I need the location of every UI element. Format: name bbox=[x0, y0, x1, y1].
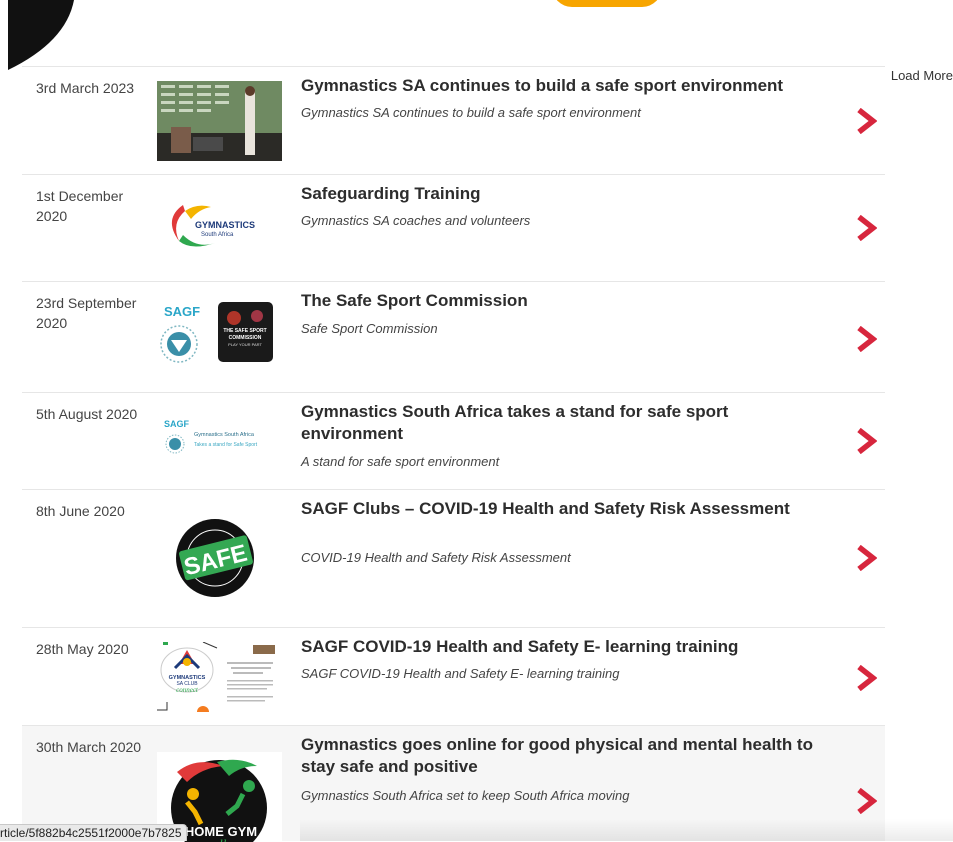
article-thumbnail[interactable] bbox=[157, 81, 282, 161]
corner-logo-shape bbox=[8, 0, 74, 70]
sagf-logo-text: SAGF bbox=[164, 419, 190, 429]
chevron-right-icon[interactable] bbox=[855, 108, 877, 134]
logo-text: GYMNASTICS bbox=[195, 220, 255, 230]
article-thumbnail[interactable]: SAGF Gymnastics South Africa Takes a sta… bbox=[157, 415, 282, 465]
load-more-button[interactable]: Load More bbox=[891, 68, 953, 83]
article-row[interactable]: 23rd September 2020 SAGF THE SAFE SPORT … bbox=[22, 281, 885, 392]
article-list: 3rd March 2023 Gymnastics SA continues t… bbox=[22, 66, 885, 842]
article-date: 23rd September 2020 bbox=[36, 295, 137, 331]
chevron-right-icon[interactable] bbox=[855, 788, 877, 814]
article-thumbnail[interactable]: SAFE bbox=[157, 518, 282, 600]
article-title[interactable]: Gymnastics SA continues to build a safe … bbox=[301, 75, 821, 97]
article-date: 8th June 2020 bbox=[36, 503, 125, 519]
orange-tab-button[interactable] bbox=[552, 0, 662, 7]
article-subtitle: A stand for safe sport environment bbox=[301, 454, 500, 469]
article-row[interactable]: 5th August 2020 SAGF Gymnastics South Af… bbox=[22, 392, 885, 489]
article-title[interactable]: SAGF COVID-19 Health and Safety E- learn… bbox=[301, 636, 821, 658]
sagf-stand-banner-image: SAGF Gymnastics South Africa Takes a sta… bbox=[157, 415, 282, 465]
article-subtitle: SAGF COVID-19 Health and Safety E- learn… bbox=[301, 666, 620, 681]
article-title[interactable]: The Safe Sport Commission bbox=[301, 290, 821, 312]
article-row[interactable]: 28th May 2020 GYMNASTICS SA CLUB connect bbox=[22, 627, 885, 725]
article-row[interactable]: 3rd March 2023 Gymnastics SA continues t… bbox=[22, 66, 885, 174]
gymnastics-south-africa-logo: GYMNASTICS South Africa bbox=[157, 189, 282, 265]
badge-tagline: llenge bbox=[219, 836, 251, 842]
article-date: 28th May 2020 bbox=[36, 641, 129, 657]
article-row[interactable]: 8th June 2020 SAFE SAGF Clubs – COVID-19… bbox=[22, 489, 885, 627]
article-subtitle: Gymnastics South Africa set to keep Sout… bbox=[301, 788, 630, 803]
article-date: 5th August 2020 bbox=[36, 406, 138, 422]
conference-photo-image bbox=[157, 81, 282, 161]
chevron-right-icon[interactable] bbox=[855, 665, 877, 691]
badge-line-3: PLAY YOUR PART bbox=[228, 342, 262, 347]
safe-badge-image: SAFE bbox=[157, 518, 282, 600]
article-title[interactable]: Gymnastics goes online for good physical… bbox=[301, 734, 821, 778]
bottom-scroll-shadow bbox=[300, 819, 953, 841]
article-title[interactable]: Safeguarding Training bbox=[301, 183, 821, 205]
article-thumbnail[interactable]: SAGF THE SAFE SPORT COMMISSION PLAY YOUR… bbox=[157, 302, 282, 372]
article-date: 1st December 2020 bbox=[36, 188, 124, 224]
article-subtitle: COVID-19 Health and Safety Risk Assessme… bbox=[301, 550, 571, 565]
article-row[interactable]: 1st December 2020 GYMNASTICS South Afric… bbox=[22, 174, 885, 281]
chevron-right-icon[interactable] bbox=[855, 545, 877, 571]
article-date: 3rd March 2023 bbox=[36, 80, 135, 96]
article-subtitle: Safe Sport Commission bbox=[301, 321, 438, 336]
banner-line-2: Takes a stand for Safe Sport bbox=[194, 442, 258, 448]
sagf-safe-sport-commission-image: SAGF THE SAFE SPORT COMMISSION PLAY YOUR… bbox=[157, 302, 282, 372]
article-thumbnail[interactable]: GYMNASTICS South Africa bbox=[157, 189, 282, 265]
chevron-right-icon[interactable] bbox=[855, 428, 877, 454]
article-title[interactable]: Gymnastics South Africa takes a stand fo… bbox=[301, 401, 821, 445]
article-subtitle: Gymnastics SA continues to build a safe … bbox=[301, 105, 641, 120]
browser-status-bar-url: rticle/5f882b4c2551f2000e7b7825 bbox=[0, 824, 187, 841]
chevron-right-icon[interactable] bbox=[855, 215, 877, 241]
article-thumbnail[interactable]: GYMNASTICS SA CLUB connect bbox=[157, 642, 282, 712]
chevron-right-icon[interactable] bbox=[855, 326, 877, 352]
sa-club-connect-flyer-image: GYMNASTICS SA CLUB connect bbox=[157, 642, 282, 712]
banner-line-1: Gymnastics South Africa bbox=[194, 432, 255, 438]
article-subtitle: Gymnastics SA coaches and volunteers bbox=[301, 213, 531, 228]
logo-subtext: South Africa bbox=[201, 232, 234, 238]
badge-line-1: THE SAFE SPORT bbox=[223, 328, 266, 334]
article-date: 30th March 2020 bbox=[36, 739, 142, 755]
logo-tagline: connect bbox=[176, 686, 199, 694]
badge-line-2: COMMISSION bbox=[229, 335, 262, 341]
article-title[interactable]: SAGF Clubs – COVID-19 Health and Safety … bbox=[301, 498, 821, 520]
sagf-logo-text: SAGF bbox=[164, 304, 200, 319]
